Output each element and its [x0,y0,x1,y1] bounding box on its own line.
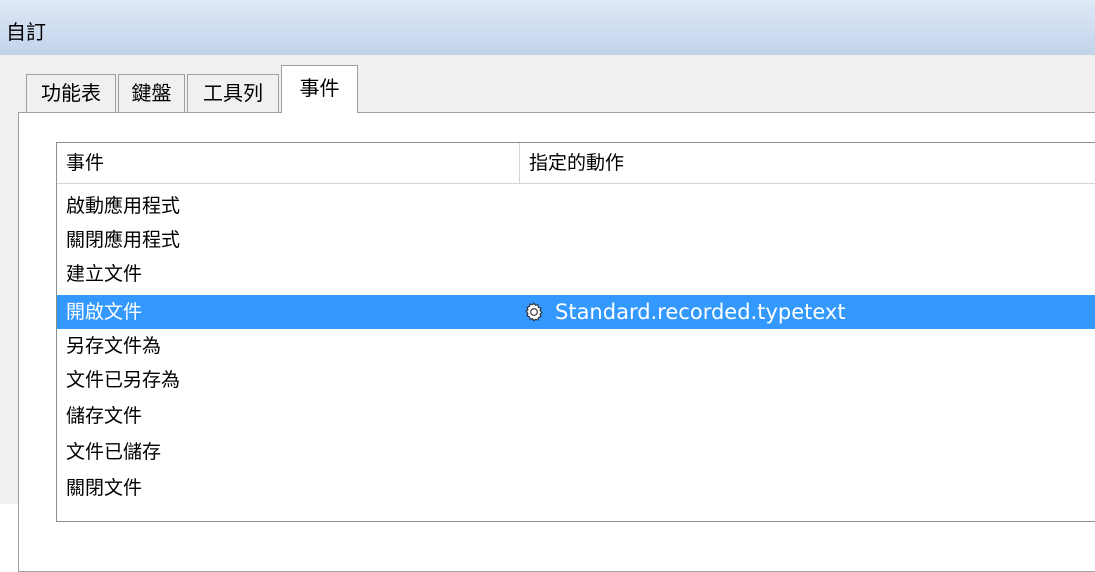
event-name: 文件已儲存 [66,441,162,463]
event-name: 儲存文件 [66,405,143,427]
table-row-selected[interactable]: 開啟文件 Standard.recorded.typetext [57,295,1095,329]
tab-toolbars[interactable]: 工具列 [187,74,279,112]
event-name: 關閉應用程式 [66,229,181,251]
dialog-title: 自訂 [6,20,46,44]
assigned-action-cell: Standard.recorded.typetext [523,295,846,329]
column-header-event[interactable]: 事件 [57,143,520,183]
event-name: 啟動應用程式 [66,195,181,217]
table-row[interactable]: 啟動應用程式 [57,189,1095,223]
assigned-action: Standard.recorded.typetext [555,300,846,324]
table-row[interactable]: 另存文件為 [57,329,1095,363]
table-row[interactable]: 關閉文件 [57,471,1095,505]
event-name: 另存文件為 [66,335,162,357]
event-name: 關閉文件 [66,477,143,499]
column-header-assigned-action[interactable]: 指定的動作 [520,143,1095,183]
event-name: 開啟文件 [66,301,143,323]
events-list[interactable]: 事件 指定的動作 啟動應用程式 關閉應用程式 建立文件 開啟文件 Standar… [56,142,1095,522]
list-header: 事件 指定的動作 [57,143,1095,184]
table-row[interactable]: 關閉應用程式 [57,223,1095,257]
tab-keyboard[interactable]: 鍵盤 [118,74,185,112]
macro-gear-icon [525,302,543,322]
tab-menus[interactable]: 功能表 [26,74,116,112]
tab-events[interactable]: 事件 [281,65,358,113]
table-row[interactable]: 建立文件 [57,257,1095,291]
table-row[interactable]: 儲存文件 [57,399,1095,433]
dialog-title-bar[interactable]: 自訂 [0,0,1095,55]
event-name: 文件已另存為 [66,369,181,391]
table-row[interactable]: 文件已另存為 [57,363,1095,397]
event-name: 建立文件 [66,263,143,285]
table-row[interactable]: 文件已儲存 [57,435,1095,469]
